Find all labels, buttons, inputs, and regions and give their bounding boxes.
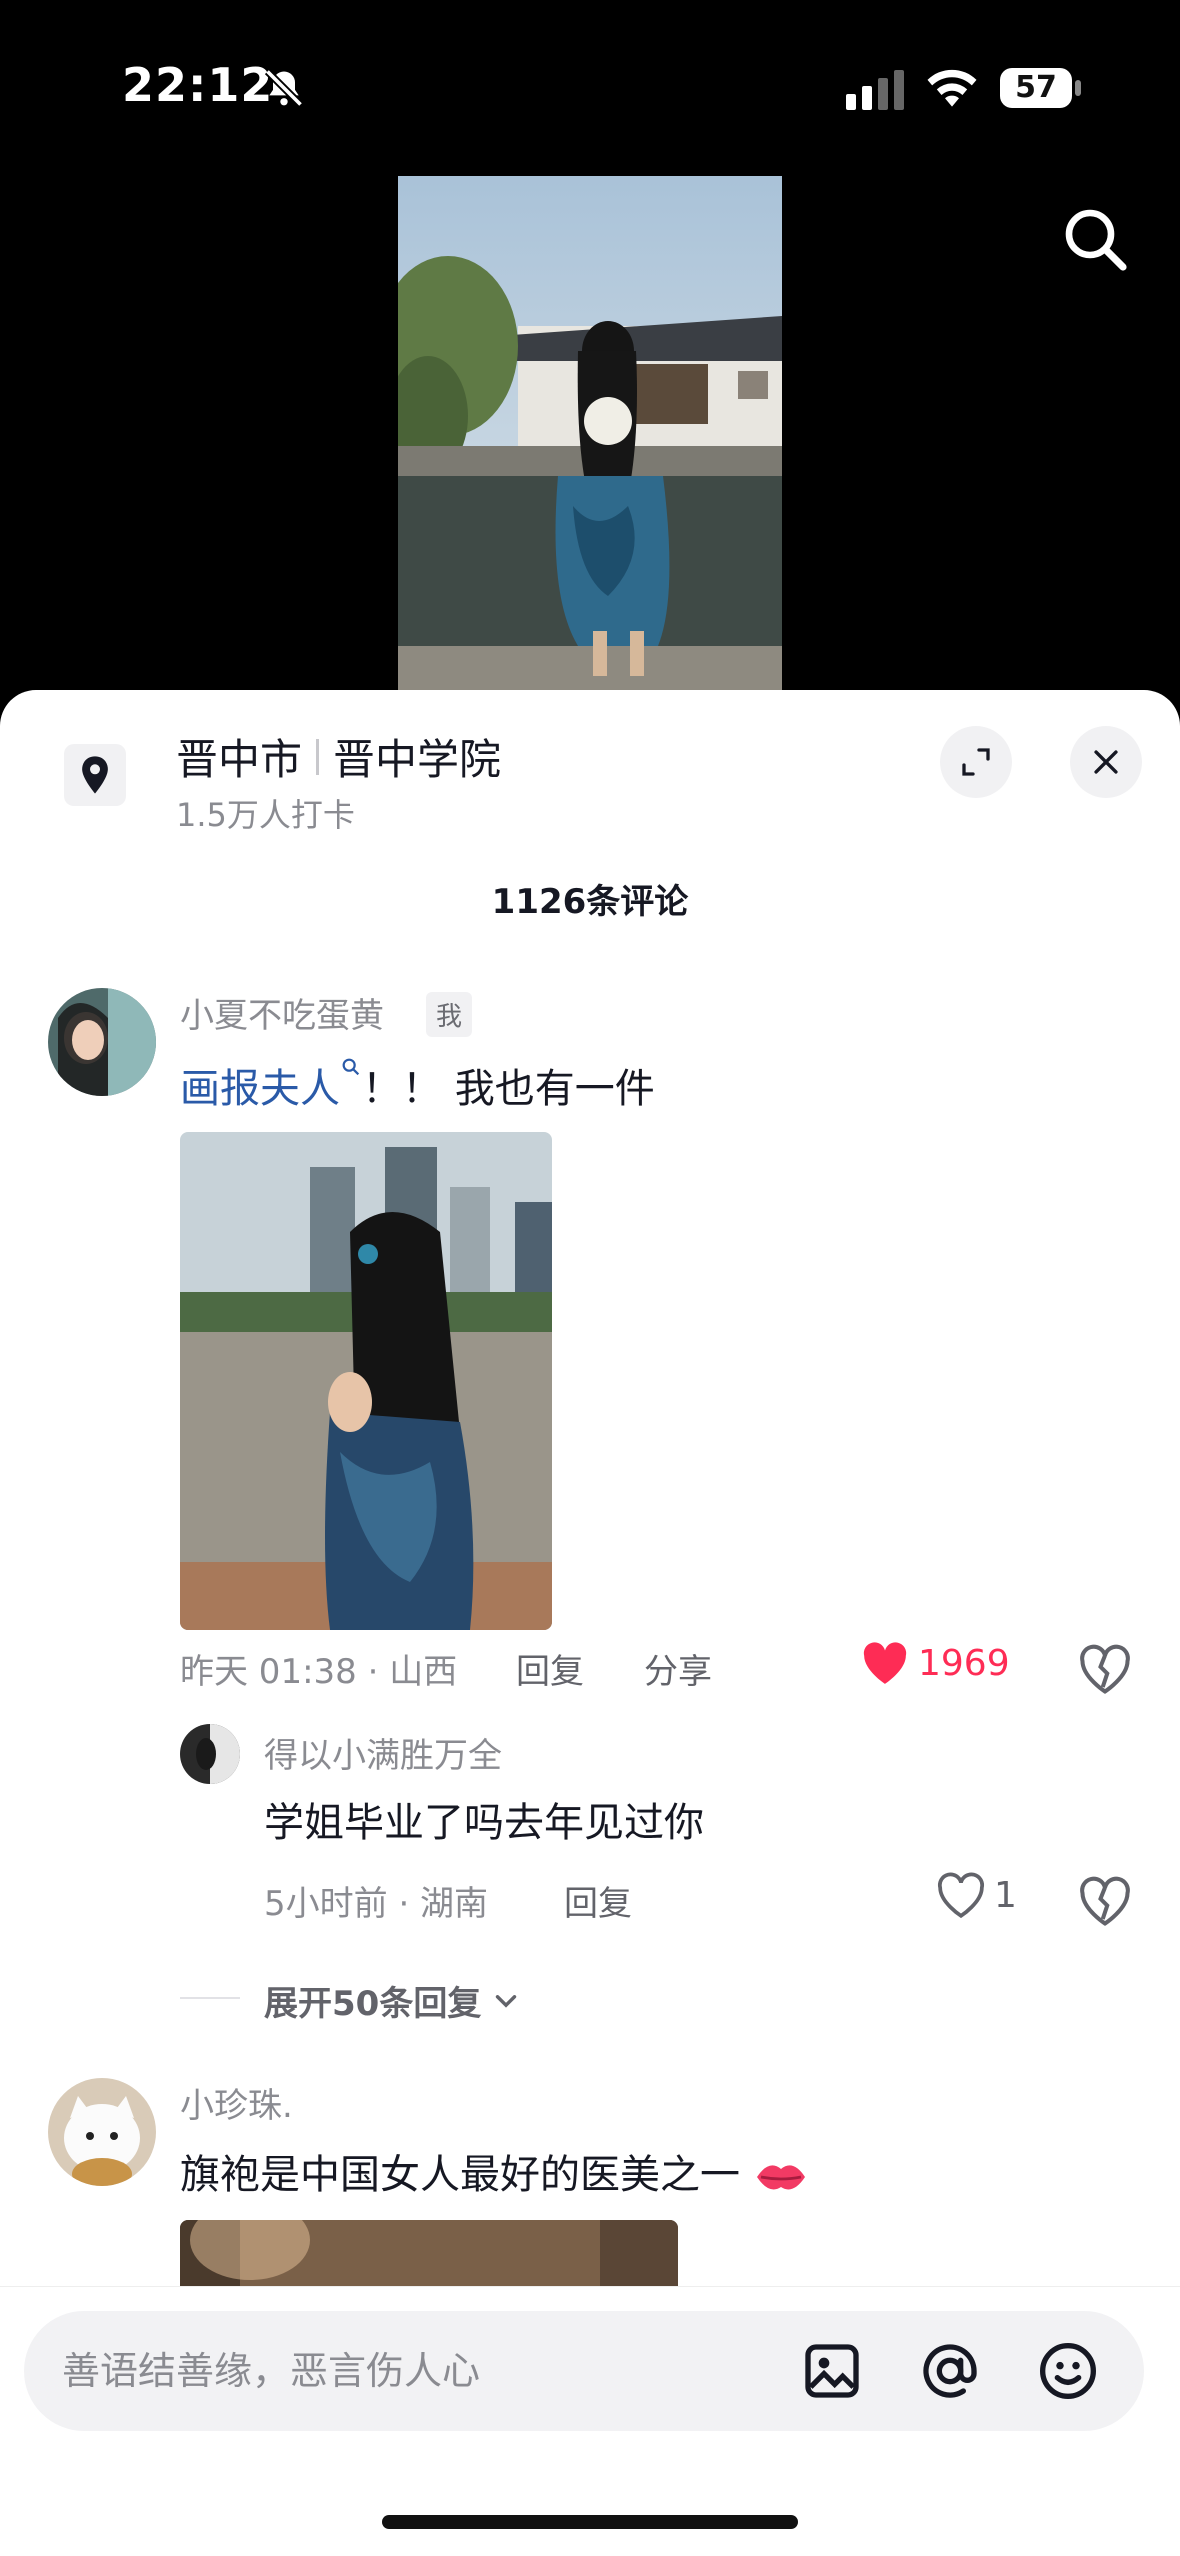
avatar[interactable]: [48, 2078, 156, 2186]
reply-reply-button[interactable]: 回复: [564, 1876, 632, 1925]
expand-divider: [180, 1997, 240, 1999]
share-button[interactable]: 分享: [644, 1644, 712, 1693]
reply-text: 学姐毕业了吗去年见过你: [264, 1800, 704, 1846]
signal-icon: [846, 70, 904, 110]
battery-level: 57: [1015, 70, 1057, 105]
location-place: 晋中学院: [333, 735, 502, 784]
search-icon[interactable]: [1060, 204, 1132, 276]
reply-avatar[interactable]: [180, 1724, 240, 1784]
home-indicator[interactable]: [382, 2515, 798, 2529]
comment-input[interactable]: [62, 2311, 762, 2431]
like-button[interactable]: 1969: [860, 1640, 1010, 1686]
video-thumbnail[interactable]: [398, 176, 782, 690]
expand-replies-button[interactable]: 展开50条回复: [264, 1976, 523, 2025]
chevron-down-icon: [496, 1994, 517, 2008]
comment-username[interactable]: 小珍珠.: [180, 2078, 293, 2127]
comment-text: 旗袍是中国女人最好的医美之一: [180, 2142, 809, 2200]
screen: 22:12 57 晋中市 晋中学院 1.5万人打卡 1126条评论 小夏不吃蛋黄…: [0, 0, 1180, 2556]
like-count: 1969: [918, 1642, 1010, 1684]
kiss-emoji-icon: [756, 2165, 805, 2190]
avatar[interactable]: [48, 988, 156, 1096]
comment-username[interactable]: 小夏不吃蛋黄: [180, 988, 384, 1037]
reply-username[interactable]: 得以小满胜万全: [264, 1728, 502, 1777]
location-pin-icon[interactable]: [64, 744, 126, 806]
comment-body: 旗袍是中国女人最好的医美之一: [180, 2152, 740, 2198]
reply-like-count: 1: [994, 1874, 1017, 1916]
at-icon[interactable]: [918, 2339, 982, 2403]
expand-icon: [962, 748, 990, 776]
reply-meta: 5小时前 · 湖南: [264, 1884, 489, 1924]
search-icon: [342, 1058, 360, 1076]
dislike-icon[interactable]: [1078, 1642, 1132, 1696]
video-scene: [398, 176, 782, 690]
comment-meta: 昨天 01:38 · 山西: [180, 1652, 458, 1692]
location-title[interactable]: 晋中市 晋中学院: [176, 726, 501, 787]
mention-link[interactable]: 画报夫人: [180, 1066, 340, 1112]
image-icon[interactable]: [800, 2339, 864, 2403]
heart-icon: [937, 1872, 985, 1918]
heart-icon: [863, 1642, 907, 1684]
comment-body: ！！ 我也有一件: [362, 1066, 655, 1112]
close-icon: [1094, 750, 1118, 774]
comment-sheet: 晋中市 晋中学院 1.5万人打卡 1126条评论 小夏不吃蛋黄 我 画报夫人 ！…: [0, 690, 1180, 2556]
comment-count: 1126条评论: [491, 882, 689, 922]
expand-button[interactable]: [940, 726, 1012, 798]
close-button[interactable]: [1070, 726, 1142, 798]
location-separator: [316, 738, 320, 775]
location-city: 晋中市: [176, 735, 303, 784]
comment-input-box: [24, 2311, 1144, 2431]
comment-photo[interactable]: [180, 1132, 552, 1630]
status-time: 22:12: [122, 58, 274, 112]
bell-off-icon: [264, 68, 304, 108]
wifi-icon: [927, 69, 977, 107]
me-tag: 我: [426, 992, 473, 1037]
location-checkins: 1.5万人打卡: [176, 796, 355, 834]
emoji-icon[interactable]: [1036, 2339, 1100, 2403]
expand-replies-label: 展开50条回复: [264, 1984, 482, 2024]
dislike-icon[interactable]: [1078, 1874, 1132, 1928]
comment-text: 画报夫人 ！！ 我也有一件: [180, 1056, 655, 1114]
reply-like-button[interactable]: 1: [936, 1872, 1017, 1918]
reply-button[interactable]: 回复: [516, 1644, 584, 1693]
